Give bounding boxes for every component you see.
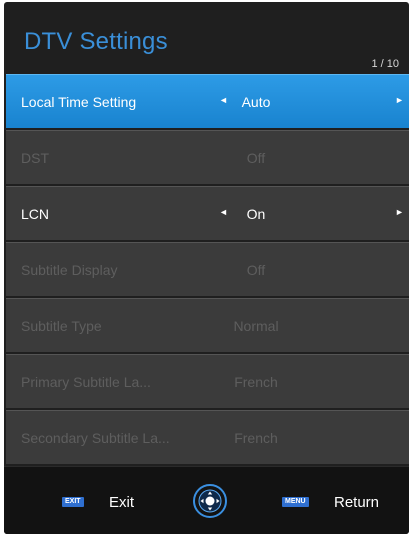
- remote-navigation-icon: [193, 484, 227, 518]
- setting-label: DST: [21, 150, 49, 166]
- exit-key-icon: EXIT: [62, 497, 84, 507]
- arrow-right-icon[interactable]: ►: [395, 95, 404, 105]
- setting-label: Primary Subtitle La...: [21, 374, 151, 390]
- setting-value: Off: [246, 262, 266, 278]
- arrow-right-icon[interactable]: ►: [395, 207, 404, 217]
- setting-label: Local Time Setting: [21, 94, 137, 110]
- setting-label: LCN: [21, 206, 50, 222]
- exit-button[interactable]: Exit: [109, 494, 134, 511]
- page-indicator: 1 / 10: [371, 58, 399, 70]
- setting-row-secondary-subtitle-language: Secondary Subtitle La... French: [6, 410, 409, 464]
- setting-value: Off: [246, 150, 266, 166]
- setting-row-local-time[interactable]: Local Time Setting ◄ Auto ►: [6, 74, 409, 128]
- setting-label: Secondary Subtitle La...: [21, 430, 170, 446]
- return-button[interactable]: Return: [334, 494, 379, 511]
- setting-label: Subtitle Display: [21, 262, 118, 278]
- setting-value: French: [234, 374, 278, 390]
- setting-value: On: [246, 206, 266, 222]
- setting-row-lcn[interactable]: LCN ◄ On ►: [6, 186, 409, 240]
- setting-row-subtitle-display: Subtitle Display Off: [6, 242, 409, 296]
- setting-label: Subtitle Type: [21, 318, 102, 334]
- setting-row-subtitle-type: Subtitle Type Normal: [6, 298, 409, 352]
- setting-value: French: [234, 430, 278, 446]
- setting-value: Normal: [233, 318, 279, 334]
- page-title: DTV Settings: [24, 28, 168, 55]
- setting-row-dst: DST Off: [6, 130, 409, 184]
- footer-bar: EXIT Exit MENU Return: [4, 466, 409, 534]
- setting-row-primary-subtitle-language: Primary Subtitle La... French: [6, 354, 409, 408]
- menu-key-icon: MENU: [282, 497, 309, 507]
- setting-value: Auto: [241, 94, 271, 110]
- settings-list: Local Time Setting ◄ Auto ► DST Off LCN …: [6, 74, 409, 466]
- dtv-settings-panel: DTV Settings 1 / 10 Local Time Setting ◄…: [4, 2, 409, 534]
